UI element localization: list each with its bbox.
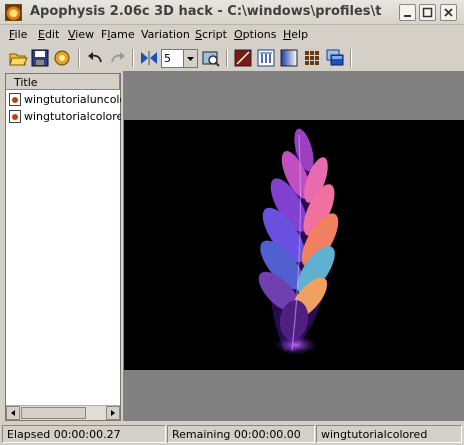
menu-options[interactable]: Options: [234, 28, 276, 41]
mutate-icon[interactable]: [139, 48, 159, 68]
scroll-right-button[interactable]: [106, 406, 120, 420]
menu-flame[interactable]: Flame: [101, 28, 135, 41]
toolbar-separator: [226, 49, 228, 67]
horizontal-scrollbar[interactable]: [6, 405, 120, 420]
menu-edit[interactable]: Edit: [38, 28, 59, 41]
fractal-wing-image: [258, 128, 339, 355]
density-spin-edit[interactable]: 5: [161, 49, 198, 68]
list-header-title[interactable]: Title: [6, 74, 120, 90]
toolbar-separator: [350, 49, 352, 67]
menu-variation[interactable]: Variation: [141, 28, 190, 41]
minimize-button[interactable]: [399, 4, 416, 21]
flame-list[interactable]: Title wingtutorialuncolored wingtutorial…: [5, 73, 121, 421]
list-item[interactable]: wingtutorialuncolored: [9, 92, 121, 108]
maximize-button[interactable]: [419, 4, 436, 21]
explorer-icon[interactable]: [325, 48, 345, 68]
menu-bar: File Edit View Flame Variation Script Op…: [0, 26, 464, 44]
chevron-left-icon: [11, 410, 15, 416]
spin-dropdown-button[interactable]: [183, 50, 197, 67]
chevron-right-icon: [111, 410, 115, 416]
status-flame-name: wingtutorialcolored: [316, 425, 462, 443]
redo-icon[interactable]: [108, 48, 128, 68]
status-remaining: Remaining 00:00:00.00: [167, 425, 315, 443]
scroll-thumb[interactable]: [21, 407, 86, 419]
chevron-down-icon: [187, 57, 194, 61]
save-icon[interactable]: [30, 48, 50, 68]
title-bar: Apophysis 2.06c 3D hack - C:\windows\pro…: [0, 0, 464, 25]
adjust-icon[interactable]: [233, 48, 253, 68]
window-title: Apophysis 2.06c 3D hack - C:\windows\pro…: [30, 4, 382, 19]
random-batch-icon[interactable]: [302, 48, 322, 68]
preview-icon[interactable]: [201, 48, 221, 68]
toolbar-separator: [132, 49, 134, 67]
randomize-icon[interactable]: [52, 48, 72, 68]
menu-script[interactable]: Script: [195, 28, 227, 41]
menu-view[interactable]: View: [68, 28, 94, 41]
status-bar: Elapsed 00:00:00.27 Remaining 00:00:00.0…: [0, 423, 464, 445]
gradient-icon[interactable]: [279, 48, 299, 68]
editor-icon[interactable]: [256, 48, 276, 68]
open-icon[interactable]: [8, 48, 28, 68]
flame-file-icon: [9, 93, 21, 106]
undo-icon[interactable]: [85, 48, 105, 68]
menu-help[interactable]: Help: [283, 28, 308, 41]
list-item[interactable]: wingtutorialcolored: [9, 109, 121, 125]
status-elapsed: Elapsed 00:00:00.27: [2, 425, 166, 443]
menu-file[interactable]: File: [9, 28, 27, 41]
toolbar: [0, 45, 464, 71]
spin-value[interactable]: 5: [164, 52, 171, 65]
close-button[interactable]: [440, 4, 457, 21]
app-icon[interactable]: [5, 4, 22, 21]
fractal-preview[interactable]: [124, 120, 464, 370]
scroll-left-button[interactable]: [6, 406, 20, 420]
toolbar-separator: [78, 49, 80, 67]
flame-file-icon: [9, 110, 21, 123]
